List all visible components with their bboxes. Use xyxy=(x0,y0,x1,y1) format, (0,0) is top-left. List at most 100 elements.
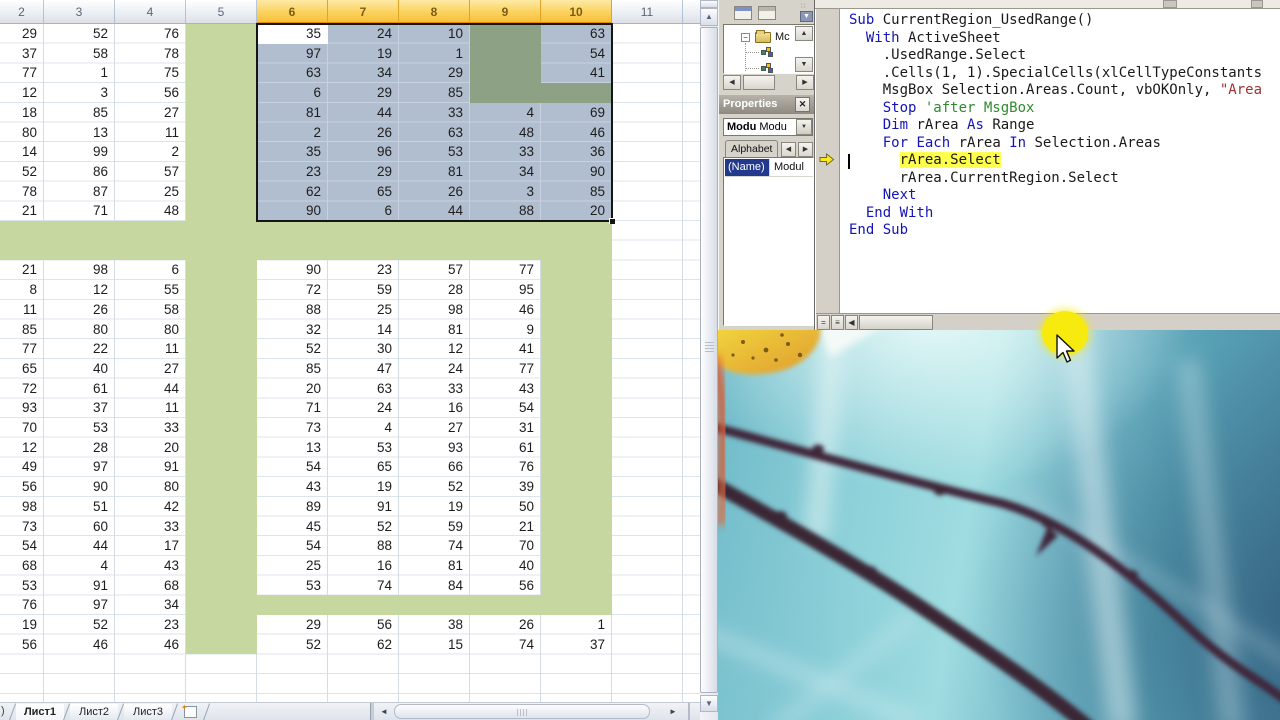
cell[interactable]: 74 xyxy=(328,576,399,596)
cell[interactable]: 54 xyxy=(470,398,541,418)
hscroll-thumb[interactable] xyxy=(394,704,650,719)
cell[interactable]: 47 xyxy=(328,359,399,379)
cell[interactable]: 23 xyxy=(115,615,186,635)
cell[interactable]: 28 xyxy=(44,438,115,458)
cell[interactable]: 80 xyxy=(115,477,186,497)
cell[interactable]: 12 xyxy=(0,438,44,458)
cell[interactable]: 27 xyxy=(115,103,186,123)
cell[interactable]: 78 xyxy=(0,182,44,202)
cell[interactable]: 48 xyxy=(115,201,186,221)
cell[interactable]: 66 xyxy=(399,457,470,477)
cell[interactable]: 40 xyxy=(470,556,541,576)
combo-dropdown-icon[interactable]: ▼ xyxy=(796,119,812,135)
cell[interactable]: 21 xyxy=(470,517,541,537)
cell[interactable]: 54 xyxy=(257,536,328,556)
code-editor[interactable]: Sub CurrentRegion_UsedRange() With Activ… xyxy=(841,9,1280,313)
cell[interactable]: 58 xyxy=(115,300,186,320)
cell[interactable]: 97 xyxy=(44,457,115,477)
cell[interactable]: 71 xyxy=(257,398,328,418)
cell[interactable]: 63 xyxy=(328,379,399,399)
cell[interactable]: 97 xyxy=(44,595,115,615)
cell[interactable]: 54 xyxy=(0,536,44,556)
cell[interactable]: 56 xyxy=(0,635,44,655)
cell[interactable]: 91 xyxy=(44,576,115,596)
view-object-icon[interactable] xyxy=(734,6,752,20)
insert-sheet-button[interactable]: ✦ xyxy=(181,703,197,718)
cell[interactable]: 81 xyxy=(399,320,470,340)
column-header-6[interactable]: 6 xyxy=(257,0,328,24)
scrollbar-split-box[interactable] xyxy=(700,0,718,8)
cell[interactable]: 76 xyxy=(115,24,186,44)
cell[interactable]: 59 xyxy=(399,517,470,537)
cell[interactable]: 43 xyxy=(257,477,328,497)
cell[interactable]: 33 xyxy=(399,379,470,399)
cell[interactable]: 70 xyxy=(0,418,44,438)
cell[interactable]: 55 xyxy=(115,280,186,300)
cell[interactable]: 56 xyxy=(470,576,541,596)
cell[interactable]: 91 xyxy=(328,497,399,517)
properties-grid[interactable]: (Name) Modul xyxy=(723,157,814,326)
cell[interactable]: 18 xyxy=(0,103,44,123)
cell[interactable]: 41 xyxy=(470,339,541,359)
cell[interactable]: 33 xyxy=(115,517,186,537)
cell[interactable]: 93 xyxy=(0,398,44,418)
cell[interactable]: 20 xyxy=(115,438,186,458)
cell[interactable]: 90 xyxy=(257,260,328,280)
cell[interactable]: 50 xyxy=(470,497,541,517)
cell[interactable]: 52 xyxy=(257,635,328,655)
cell[interactable]: 52 xyxy=(44,24,115,44)
cell[interactable]: 72 xyxy=(0,379,44,399)
sheet-tab-1[interactable]: Лист1 xyxy=(16,704,64,720)
tree-collapse-icon[interactable]: − xyxy=(741,33,750,42)
cell[interactable]: 43 xyxy=(115,556,186,576)
cell[interactable]: 44 xyxy=(44,536,115,556)
tab-scroll-left-icon[interactable]: ◀ xyxy=(781,142,796,157)
column-header-4[interactable]: 4 xyxy=(115,0,186,24)
cell[interactable]: 4 xyxy=(328,418,399,438)
cell[interactable]: 44 xyxy=(115,379,186,399)
column-header-3[interactable]: 3 xyxy=(44,0,115,24)
cell-grid[interactable]: 29 52 76 37 58 78 77 1 75 12 3 56 18 85 27 80 13 11 14 99 2 5… xyxy=(0,23,701,702)
fill-handle[interactable] xyxy=(609,218,615,224)
cell[interactable]: 12 xyxy=(399,339,470,359)
cell[interactable]: 3 xyxy=(44,83,115,103)
properties-close-button[interactable]: ✕ xyxy=(795,97,810,112)
cell[interactable]: 19 xyxy=(328,477,399,497)
cell[interactable]: 19 xyxy=(0,615,44,635)
cell[interactable]: 59 xyxy=(328,280,399,300)
cell[interactable]: 65 xyxy=(328,457,399,477)
column-header-2[interactable]: 2 xyxy=(0,0,44,24)
cell[interactable]: 60 xyxy=(44,517,115,537)
sheet-tab-3[interactable]: Лист3 xyxy=(124,704,172,720)
cell[interactable]: 58 xyxy=(44,44,115,64)
cell[interactable]: 57 xyxy=(115,162,186,182)
cell[interactable]: 95 xyxy=(470,280,541,300)
cell[interactable]: 16 xyxy=(328,556,399,576)
cell[interactable]: 98 xyxy=(399,300,470,320)
cell[interactable]: 77 xyxy=(0,339,44,359)
cell[interactable]: 25 xyxy=(328,300,399,320)
cell[interactable]: 32 xyxy=(257,320,328,340)
cell[interactable]: 86 xyxy=(44,162,115,182)
toolbar-overflow-icon[interactable]: ▼ xyxy=(800,11,813,22)
cell[interactable]: 24 xyxy=(399,359,470,379)
cell[interactable]: 74 xyxy=(399,536,470,556)
cell[interactable]: 61 xyxy=(44,379,115,399)
cell[interactable]: 73 xyxy=(0,517,44,537)
cell[interactable]: 26 xyxy=(44,300,115,320)
cell[interactable]: 21 xyxy=(0,260,44,280)
cell[interactable]: 9 xyxy=(470,320,541,340)
cell[interactable]: 46 xyxy=(115,635,186,655)
scroll-up-button[interactable]: ▲ xyxy=(700,8,718,26)
cell[interactable]: 73 xyxy=(257,418,328,438)
vertical-scroll-thumb[interactable] xyxy=(700,27,718,693)
view-code-icon[interactable] xyxy=(758,6,776,20)
cell[interactable]: 19 xyxy=(399,497,470,517)
cell[interactable]: 77 xyxy=(0,63,44,83)
cell[interactable]: 34 xyxy=(115,595,186,615)
cell[interactable]: 56 xyxy=(328,615,399,635)
cell[interactable]: 52 xyxy=(328,517,399,537)
cell[interactable]: 1 xyxy=(541,615,612,635)
cell[interactable]: 4 xyxy=(44,556,115,576)
cell[interactable]: 43 xyxy=(470,379,541,399)
